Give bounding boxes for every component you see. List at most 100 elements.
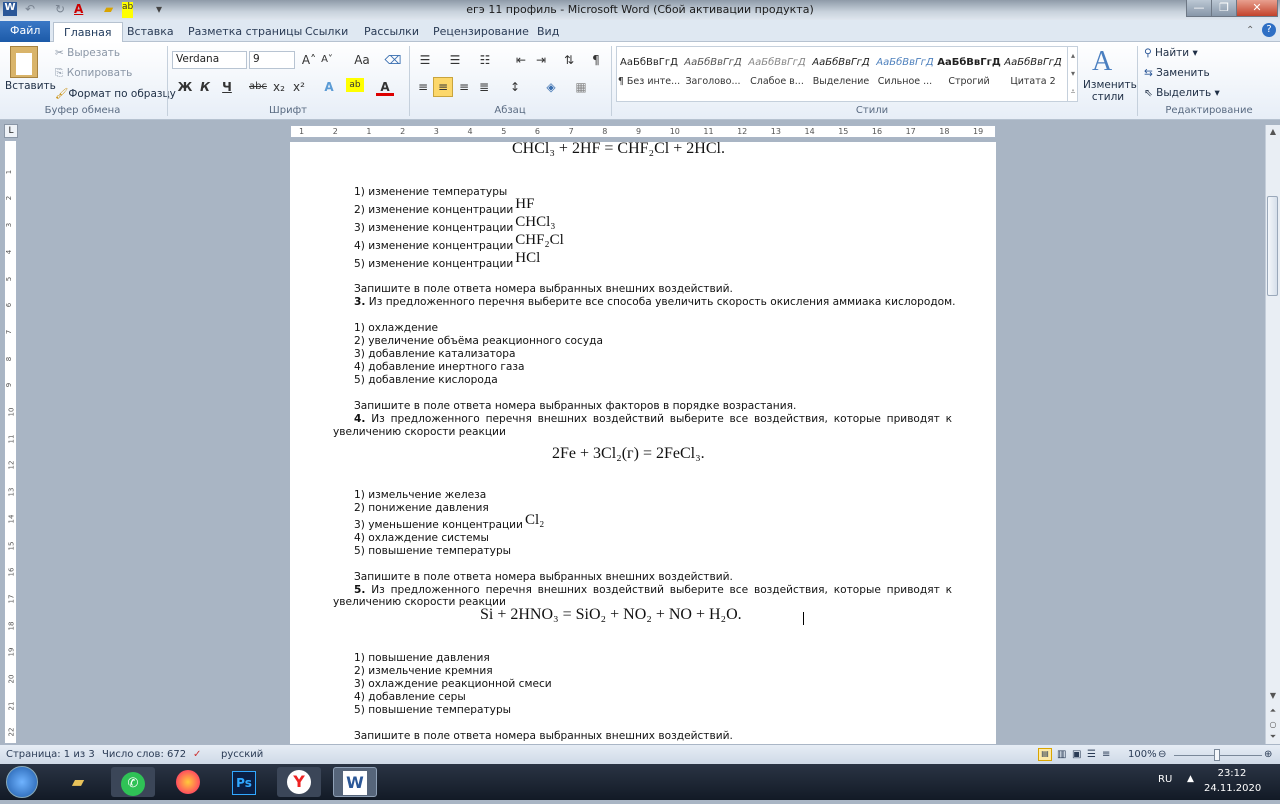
style-no-spacing[interactable]: АаБбВвГгД ¶ Без инте... xyxy=(617,47,681,101)
show-formatting-button[interactable]: ¶ xyxy=(587,51,605,69)
help-icon[interactable]: ? xyxy=(1262,23,1276,37)
tab-insert[interactable]: Вставка xyxy=(117,22,184,42)
multilevel-list-icon[interactable]: ☷ xyxy=(476,51,494,69)
page-count[interactable]: Страница: 1 из 3 xyxy=(6,749,95,760)
cut-button[interactable]: ✂ Вырезать xyxy=(55,47,120,59)
bold-button[interactable]: Ж xyxy=(176,78,194,96)
start-button[interactable] xyxy=(6,766,38,798)
zoom-slider-thumb[interactable] xyxy=(1214,749,1220,761)
italic-button[interactable]: К xyxy=(196,78,214,96)
tab-selector[interactable]: L xyxy=(4,124,18,138)
style-heading[interactable]: АаБбВвГгД Заголово... xyxy=(681,47,745,101)
list-item: 1) охлаждение xyxy=(354,322,438,334)
next-page-icon[interactable]: ⏷ xyxy=(1266,732,1280,742)
style-quote-2[interactable]: АаБбВвГгД Цитата 2 xyxy=(1001,47,1065,101)
subscript-button[interactable]: x₂ xyxy=(270,78,288,96)
grow-font-button[interactable]: A˄ xyxy=(300,51,318,69)
paste-icon[interactable] xyxy=(10,46,38,78)
style-strong[interactable]: АаБбВвГгД Строгий xyxy=(937,47,1001,101)
vertical-ruler[interactable]: 1 2 3 4 5 6 7 8 9 10 11 12 13 14 15 16 17 18 19 20 21 22 xyxy=(4,140,17,744)
change-styles-icon[interactable]: A xyxy=(1092,46,1112,78)
horizontal-ruler[interactable]: 1 2 1 2 3 4 5 6 7 8 9 10 11 12 13 14 15 16 17 18 19 xyxy=(290,125,996,138)
style-intense-emphasis[interactable]: АаБбВвГгД Сильное ... xyxy=(873,47,937,101)
decrease-indent-icon[interactable]: ⇤ xyxy=(512,51,530,69)
zoom-out-icon[interactable]: ⊖ xyxy=(1158,749,1166,760)
borders-icon[interactable]: ▦ xyxy=(572,78,590,96)
shading-icon[interactable]: ◈ xyxy=(542,78,560,96)
sort-icon[interactable]: ⇅ xyxy=(560,51,578,69)
zoom-level[interactable]: 100% xyxy=(1128,749,1157,760)
change-case-button[interactable]: Aa xyxy=(350,51,374,69)
clock-time[interactable]: 23:12 xyxy=(1212,768,1252,779)
tab-references[interactable]: Ссылки xyxy=(295,22,358,42)
align-center-icon[interactable]: ≡ xyxy=(433,77,453,97)
style-emphasis[interactable]: АаБбВвГгД Выделение xyxy=(809,47,873,101)
justify-icon[interactable]: ≣ xyxy=(475,78,493,96)
draft-icon[interactable]: ≡ xyxy=(1102,749,1110,760)
numbering-icon[interactable]: ☰ xyxy=(446,51,464,69)
strikethrough-button[interactable]: abc xyxy=(248,78,268,96)
web-layout-icon[interactable]: ▣ xyxy=(1072,749,1081,760)
spellcheck-icon[interactable]: ✓ xyxy=(193,749,201,760)
photoshop-icon[interactable]: Ps xyxy=(222,767,266,797)
print-layout-icon[interactable]: ▤ xyxy=(1038,748,1052,761)
align-left-icon[interactable]: ≡ xyxy=(414,78,432,96)
tray-expand-icon[interactable]: ▲ xyxy=(1187,774,1194,784)
full-screen-reading-icon[interactable]: ▥ xyxy=(1057,749,1066,760)
scroll-down-icon[interactable]: ▼ xyxy=(1266,691,1280,700)
explorer-icon[interactable]: ▰ xyxy=(56,767,100,797)
scroll-up-icon[interactable]: ▲ xyxy=(1266,127,1280,136)
language[interactable]: русский xyxy=(221,749,263,760)
font-name-combo[interactable]: Verdana xyxy=(172,51,247,69)
copy-button[interactable]: ⎘ Копировать xyxy=(55,67,132,80)
find-button[interactable]: ⚲ Найти ▾ xyxy=(1144,47,1198,59)
question-3: 3. Из предложенного перечня выберите все… xyxy=(354,296,956,308)
outline-icon[interactable]: ☰ xyxy=(1087,749,1096,760)
superscript-button[interactable]: x² xyxy=(290,78,308,96)
clock-date[interactable]: 24.11.2020 xyxy=(1204,783,1261,794)
change-styles-button[interactable]: Изменить стили xyxy=(1083,79,1137,103)
minimize-ribbon-icon[interactable]: ⌃ xyxy=(1246,25,1254,36)
firefox-icon[interactable] xyxy=(166,767,210,797)
input-language[interactable]: RU xyxy=(1158,774,1172,785)
style-subtle-emphasis[interactable]: АаБбВвГгД Слабое в... xyxy=(745,47,809,101)
maximize-button[interactable]: ❐ xyxy=(1211,0,1237,17)
increase-indent-icon[interactable]: ⇥ xyxy=(532,51,550,69)
tab-page-layout[interactable]: Разметка страницы xyxy=(178,22,312,42)
word-count[interactable]: Число слов: 672 xyxy=(102,749,186,760)
zoom-in-icon[interactable]: ⊕ xyxy=(1264,749,1272,760)
browse-object-icon[interactable]: ○ xyxy=(1266,720,1280,729)
tab-mailings[interactable]: Рассылки xyxy=(354,22,429,42)
shrink-font-button[interactable]: A˅ xyxy=(318,51,336,69)
font-color-icon[interactable]: A xyxy=(376,78,394,96)
close-button[interactable]: ✕ xyxy=(1236,0,1278,17)
line-spacing-icon[interactable]: ↕ xyxy=(506,78,524,96)
highlight-color-icon[interactable]: ab xyxy=(346,78,364,92)
tab-review[interactable]: Рецензирование xyxy=(423,22,539,42)
yandex-browser-icon[interactable]: Y xyxy=(277,767,321,797)
replace-button[interactable]: ⇆ Заменить xyxy=(1144,67,1210,79)
underline-button[interactable]: Ч xyxy=(218,78,236,96)
tab-file[interactable]: Файл xyxy=(0,21,51,42)
minimize-button[interactable]: — xyxy=(1186,0,1212,17)
font-size-combo[interactable]: 9 xyxy=(249,51,295,69)
paste-button[interactable]: Вставить xyxy=(5,80,56,92)
clear-formatting-icon[interactable]: ⌫ xyxy=(384,51,402,69)
whatsapp-icon[interactable]: ✆ xyxy=(111,767,155,797)
editing-group-label: Редактирование xyxy=(1165,105,1253,116)
scrollbar-thumb[interactable] xyxy=(1267,196,1278,296)
paragraph-group-label: Абзац xyxy=(494,105,526,116)
align-right-icon[interactable]: ≡ xyxy=(455,78,473,96)
text-effects-icon[interactable]: A xyxy=(320,78,338,96)
format-painter-button[interactable]: 🖌Формат по образцу xyxy=(55,87,176,100)
tab-home[interactable]: Главная xyxy=(53,22,123,42)
tab-view[interactable]: Вид xyxy=(527,22,569,42)
styles-scroll[interactable]: ▴ ▾ ⩡ xyxy=(1067,47,1078,101)
previous-page-icon[interactable]: ⏶ xyxy=(1266,706,1280,716)
bullets-icon[interactable]: ☰ xyxy=(416,51,434,69)
style-name: Заголово... xyxy=(685,76,741,87)
ruler-mark: 14 xyxy=(7,514,16,524)
word-taskbar-icon[interactable]: W xyxy=(333,767,377,797)
document-page[interactable]: CHCl₃ + 2HF = CHF₂Cl + 2HCl. 1) изменени… xyxy=(290,142,996,744)
select-button[interactable]: ⇖ Выделить ▾ xyxy=(1144,87,1220,99)
